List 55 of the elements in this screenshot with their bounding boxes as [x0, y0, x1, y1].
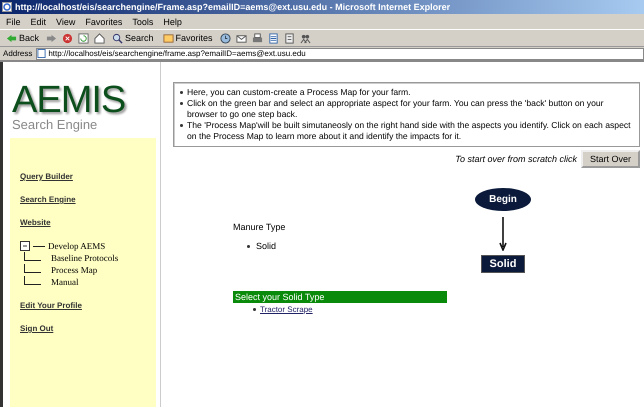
- oval-node[interactable]: Begin: [475, 188, 531, 211]
- bullet-icon: [247, 244, 250, 248]
- tree-item[interactable]: Baseline Protocols: [51, 253, 118, 263]
- folder-icon: [162, 32, 174, 44]
- search-icon: [112, 32, 124, 44]
- bullet-icon: [180, 102, 183, 105]
- tree-toggle-icon[interactable]: [20, 241, 30, 251]
- toolbar-button[interactable]: Back: [4, 32, 42, 44]
- start-over-prompt: To start over from scratch click: [455, 154, 577, 164]
- refresh-icon[interactable]: [78, 32, 90, 44]
- clock-icon[interactable]: [220, 32, 231, 44]
- bullet-icon: [253, 308, 256, 311]
- option-link[interactable]: Tractor Scrape: [260, 305, 313, 314]
- logo-title: AEMIS: [12, 82, 126, 118]
- back-arrow-icon: [6, 32, 17, 44]
- instruction-text: The 'Process Map'will be built simutaneosly on the right hand side with the aspects you identify. Click on each aspect on the Process Map to learn more about it and identify the impacts for it.: [187, 120, 632, 142]
- address-field[interactable]: http://localhost/eis/searchengine/frame.asp?emailID=aems@ext.usu.edu: [36, 48, 644, 60]
- manure-item: Solid: [256, 241, 276, 251]
- sidebar-link[interactable]: Sign Out: [20, 324, 156, 333]
- bullet-icon: [180, 91, 183, 94]
- arrow: [498, 217, 508, 251]
- mail-icon[interactable]: [236, 32, 247, 44]
- tree-item[interactable]: Manual: [51, 277, 78, 287]
- menu-item[interactable]: File: [6, 16, 21, 26]
- menu-item[interactable]: Favorites: [85, 16, 122, 26]
- sidebar-link[interactable]: Website: [20, 218, 156, 227]
- window-title: http://localhost/eis/searchengine/Frame.asp?emailID=aems@ext.usu.edu - Microsoft Internet Explorer: [15, 2, 450, 12]
- toolbar-button[interactable]: Search: [110, 32, 156, 44]
- sidebar-link[interactable]: Query Builder: [20, 172, 156, 181]
- home-icon[interactable]: [94, 32, 106, 44]
- menu-item[interactable]: Help: [163, 16, 182, 26]
- start-over-button[interactable]: Start Over: [580, 150, 640, 168]
- instruction-text: Click on the green bar and select an appropriate aspect for your farm. You can press the 'back' button on your browser to go one step back.: [187, 98, 605, 120]
- page-icon[interactable]: [284, 32, 295, 44]
- instruction-text: Here, you can custom-create a Process Map for your farm.: [187, 87, 411, 98]
- logo-subtitle: Search Engine: [12, 118, 98, 132]
- manure-heading: Manure Type: [233, 222, 286, 232]
- tree-item[interactable]: Develop AEMS: [48, 241, 106, 251]
- sidebar-link[interactable]: Search Engine: [20, 195, 156, 204]
- page-icon: [37, 49, 46, 58]
- toolbar-button[interactable]: Favorites: [160, 32, 215, 44]
- bullet-icon: [180, 124, 183, 127]
- browser-icon: [2, 2, 12, 12]
- menu-item[interactable]: Edit: [30, 16, 46, 26]
- tree-item[interactable]: Process Map: [51, 265, 98, 275]
- menu-item[interactable]: View: [56, 16, 76, 26]
- document-icon[interactable]: [268, 32, 279, 44]
- printer-icon[interactable]: [252, 32, 263, 44]
- menu-item[interactable]: Tools: [132, 16, 154, 26]
- address-label: Address: [3, 49, 32, 58]
- sidebar-link[interactable]: Edit Your Profile: [20, 301, 156, 310]
- process-node[interactable]: Solid: [480, 255, 526, 273]
- people-icon[interactable]: [300, 32, 311, 44]
- select-bar[interactable]: Select your Solid Type: [233, 291, 447, 303]
- stop-icon[interactable]: [62, 32, 74, 44]
